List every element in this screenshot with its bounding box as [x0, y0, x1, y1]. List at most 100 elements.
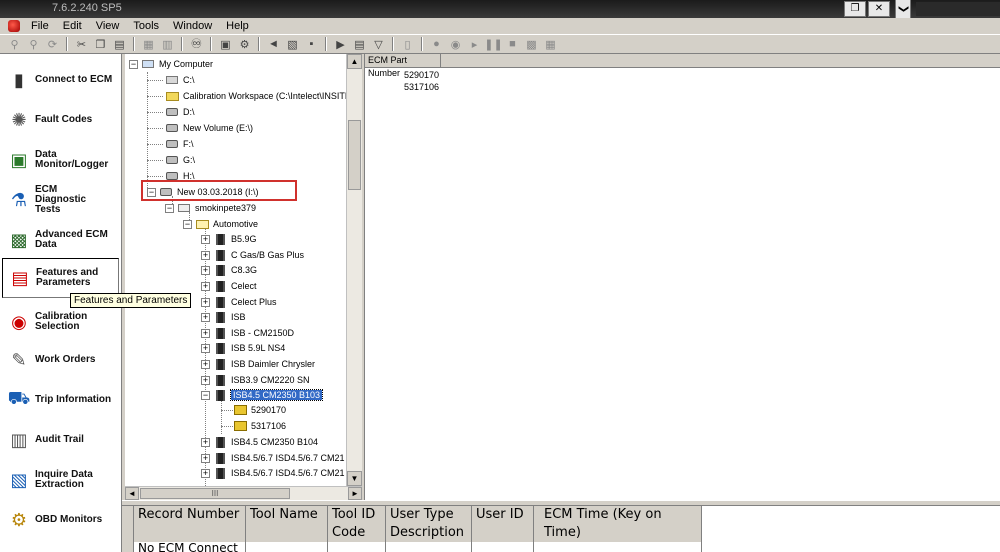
nav-work-orders[interactable]: ✎ Work Orders: [2, 340, 119, 380]
column-header-record-number[interactable]: Record Number: [134, 506, 246, 542]
filter-icon[interactable]: ▽: [370, 36, 387, 52]
collapse-icon[interactable]: −: [147, 187, 156, 197]
menu-tools[interactable]: Tools: [126, 18, 166, 34]
nav-advanced-ecm-data[interactable]: ▩ Advanced ECM Data: [2, 220, 119, 260]
nav-data-monitor-logger[interactable]: ▣ Data Monitor/Logger: [2, 140, 119, 180]
tree-node-engine[interactable]: + ISB 5.9L NS4: [201, 340, 285, 356]
print-icon[interactable]: ▥: [159, 36, 176, 52]
tree-node-user-folder[interactable]: − smokinpete379: [165, 200, 256, 216]
menu-file[interactable]: File: [24, 18, 56, 34]
scroll-left-icon[interactable]: ◄: [125, 487, 139, 500]
tree-node-engine[interactable]: + ISB - CM2150D: [201, 325, 294, 341]
expand-icon[interactable]: +: [201, 234, 210, 244]
step-icon[interactable]: ▸: [466, 36, 483, 52]
scroll-right-icon[interactable]: ►: [348, 487, 362, 500]
expand-icon[interactable]: +: [201, 328, 210, 338]
tree-node-engine[interactable]: + C8.3G: [201, 262, 257, 278]
scroll-thumb[interactable]: [348, 120, 361, 190]
pause-icon[interactable]: ❚❚: [484, 36, 502, 52]
tree-node-engine[interactable]: + ISB: [201, 309, 246, 325]
column-header-ecm-part-number[interactable]: ECM Part Number: [365, 54, 441, 78]
monitor-icon[interactable]: ◉: [447, 36, 464, 52]
grid-cell[interactable]: [328, 542, 386, 552]
scroll-up-icon[interactable]: ▲: [347, 54, 362, 69]
document-icon[interactable]: ▤: [351, 36, 368, 52]
tree-node-drive[interactable]: C:\: [165, 72, 195, 88]
column-header-tool-name[interactable]: Tool Name: [246, 506, 328, 542]
column-header-tool-id-code[interactable]: Tool ID Code: [328, 506, 386, 542]
grid-cell[interactable]: [534, 542, 702, 552]
expand-icon[interactable]: +: [201, 281, 210, 291]
menu-view[interactable]: View: [89, 18, 127, 34]
paste-icon[interactable]: ▤: [111, 36, 128, 52]
tree-node-engine[interactable]: + ISB4.5/6.7 ISD4.5/6.7 CM21: [201, 465, 345, 481]
expand-icon[interactable]: +: [201, 265, 210, 275]
tree-node-engine[interactable]: + B5.9G: [201, 231, 257, 247]
tree-node-my-computer[interactable]: − My Computer: [129, 56, 213, 72]
collapse-icon[interactable]: −: [201, 390, 210, 400]
nav-audit-trail[interactable]: ▥ Audit Trail: [2, 420, 119, 460]
restore-button[interactable]: ❐: [844, 1, 866, 17]
menu-window[interactable]: Window: [166, 18, 219, 34]
expand-icon[interactable]: +: [201, 468, 210, 478]
tree-node-calibration-workspace[interactable]: Calibration Workspace (C:\Intelect\INSIT…: [165, 88, 347, 104]
chevron-down-icon[interactable]: ❯: [895, 0, 911, 20]
grid-cell[interactable]: No ECM Connect: [134, 542, 246, 552]
expand-icon[interactable]: +: [201, 297, 210, 307]
stop-icon[interactable]: ■: [504, 36, 521, 52]
list-item[interactable]: 5317106: [365, 82, 441, 94]
settings-icon[interactable]: ⚙: [236, 36, 253, 52]
collapse-icon[interactable]: −: [183, 219, 192, 229]
tree-vertical-scrollbar[interactable]: ▲ ▼: [346, 54, 362, 486]
connect-tool-icon[interactable]: ⚲: [6, 36, 23, 52]
table-icon[interactable]: ▦: [542, 36, 559, 52]
tree-node-selected-drive[interactable]: − New 03.03.2018 (I:\): [147, 184, 259, 200]
column-header-user-type-description[interactable]: User Type Description: [386, 506, 472, 542]
column-header-user-id[interactable]: User ID: [472, 506, 534, 542]
nav-inquire-data-extraction[interactable]: ▧ Inquire Data Extraction: [2, 460, 119, 500]
expand-icon[interactable]: +: [201, 437, 210, 447]
cut-icon[interactable]: ✂: [73, 36, 90, 52]
expand-icon[interactable]: +: [201, 312, 210, 322]
tree-node-engine[interactable]: + ISB3.9 CM2220 SN: [201, 372, 310, 388]
chart-icon[interactable]: ▩: [523, 36, 540, 52]
refresh-tool-icon[interactable]: ⟳: [44, 36, 61, 52]
export-icon[interactable]: ▧: [284, 36, 301, 52]
app-logo-icon[interactable]: [8, 20, 20, 32]
scroll-down-icon[interactable]: ▼: [347, 471, 362, 486]
grid-cell[interactable]: [246, 542, 328, 552]
expand-icon[interactable]: +: [201, 343, 210, 353]
column-header-ecm-time[interactable]: ECM Time (Key on Time): [534, 506, 702, 542]
tree-node-drive[interactable]: New Volume (E:\): [165, 120, 253, 136]
tree-node-engine[interactable]: + Celect: [201, 278, 257, 294]
collapse-icon[interactable]: −: [129, 59, 138, 69]
save-icon[interactable]: ▪: [303, 36, 320, 52]
tree-node-drive[interactable]: H:\: [165, 168, 195, 184]
grid-cell[interactable]: [386, 542, 472, 552]
expand-icon[interactable]: +: [201, 250, 210, 260]
tree-node-engine[interactable]: + ISB4.5/6.7 ISD4.5/6.7 CM21: [201, 450, 345, 466]
nav-fault-codes[interactable]: ✺ Fault Codes: [2, 100, 119, 140]
grid-cell[interactable]: [472, 542, 534, 552]
list-item[interactable]: 5290170: [365, 70, 441, 82]
nav-obd-monitors[interactable]: ⚙ OBD Monitors: [2, 500, 119, 540]
tree-node-engine[interactable]: + ISB4.5 CM2350 B104: [201, 434, 318, 450]
tree-node-drive[interactable]: F:\: [165, 136, 194, 152]
tree-node-calibration[interactable]: 5290170: [233, 402, 286, 418]
nav-features-and-parameters[interactable]: ▤ Features and Parameters: [2, 258, 119, 298]
find-icon[interactable]: ♾: [188, 36, 205, 52]
disconnect-tool-icon[interactable]: ⚲: [25, 36, 42, 52]
record-icon[interactable]: ●: [428, 36, 445, 52]
tree-node-engine-expanded[interactable]: − ISB4.5 CM2350 B103: [201, 387, 324, 403]
collapse-icon[interactable]: −: [165, 203, 174, 213]
expand-icon[interactable]: +: [201, 375, 210, 385]
blank-page-icon[interactable]: ▯: [399, 36, 416, 52]
run-icon[interactable]: ▶: [332, 36, 349, 52]
menu-help[interactable]: Help: [219, 18, 256, 34]
tree-node-drive[interactable]: G:\: [165, 152, 195, 168]
close-button[interactable]: ✕: [868, 1, 890, 17]
tree-node-calibration[interactable]: 5317106: [233, 418, 286, 434]
scroll-thumb[interactable]: III: [140, 488, 290, 499]
nav-connect-to-ecm[interactable]: ▮ Connect to ECM: [2, 60, 119, 100]
expand-icon[interactable]: +: [201, 359, 210, 369]
